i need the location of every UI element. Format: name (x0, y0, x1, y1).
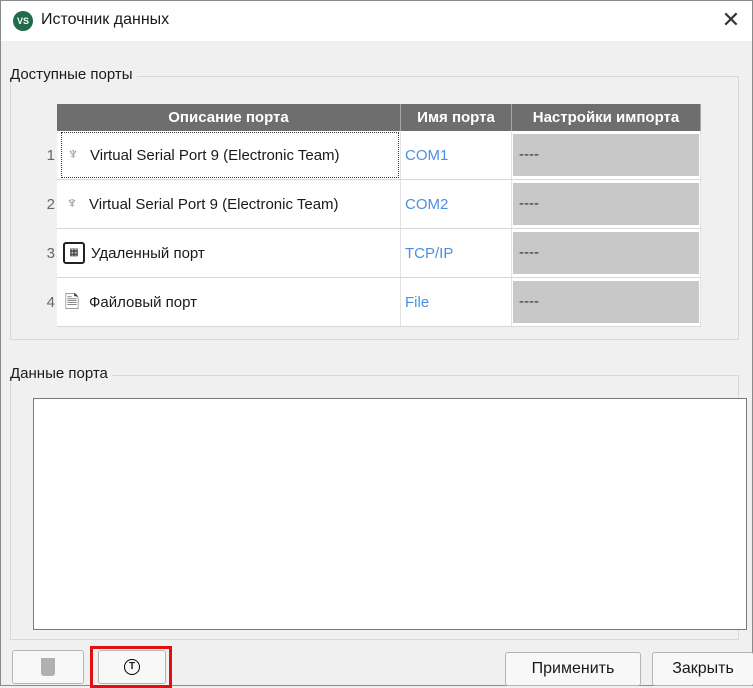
window-title: Источник данных (41, 11, 170, 28)
ports-table: Описание порта Имя порта Настройки импор… (34, 104, 701, 327)
port-data-area[interactable] (33, 398, 747, 630)
port-description-cell[interactable]: ♆ Virtual Serial Port 9 (Electronic Team… (57, 131, 401, 180)
table-row[interactable]: 2 ♆ Virtual Serial Port 9 (Electronic Te… (34, 179, 701, 229)
column-header-port-name[interactable]: Имя порта (400, 104, 512, 131)
available-ports-label: Доступные порты (8, 66, 137, 83)
row-number: 4 (34, 277, 57, 327)
import-settings-cell[interactable]: ---- (511, 179, 701, 229)
port-description-cell[interactable]: ▦ Удаленный порт (57, 228, 401, 278)
port-description: Virtual Serial Port 9 (Electronic Team) (89, 195, 339, 213)
row-number-header (34, 104, 57, 131)
serial-port-icon: ♆ (67, 146, 79, 163)
port-description: Файловый порт (89, 293, 198, 311)
table-row[interactable]: 1 ♆ Virtual Serial Port 9 (Electronic Te… (34, 131, 701, 180)
port-name[interactable]: TCP/IP (400, 228, 512, 278)
close-window-button[interactable]: ✕ (716, 5, 746, 35)
import-settings-value: ---- (513, 232, 699, 274)
trash-icon (41, 658, 55, 676)
apply-button[interactable]: Применить (505, 652, 641, 686)
import-settings-cell[interactable]: ---- (511, 277, 701, 327)
close-button[interactable]: Закрыть (652, 652, 753, 686)
table-row[interactable]: 3 ▦ Удаленный порт TCP/IP ---- (34, 228, 701, 278)
port-description-cell[interactable]: ♆ Virtual Serial Port 9 (Electronic Team… (57, 179, 401, 229)
import-settings-value: ---- (513, 281, 699, 323)
serial-port-icon: ♆ (66, 195, 78, 212)
port-description: Удаленный порт (91, 244, 205, 262)
column-header-import-settings[interactable]: Настройки импорта (511, 104, 701, 131)
row-number: 1 (34, 131, 57, 180)
port-description: Virtual Serial Port 9 (Electronic Team) (90, 146, 340, 164)
table-row[interactable]: 4 🗎 Файловый порт File ---- (34, 277, 701, 327)
port-name[interactable]: File (400, 277, 512, 327)
file-port-icon: 🗎 (64, 292, 80, 312)
title-bar: VS Источник данных ✕ (1, 1, 752, 41)
port-data-label: Данные порта (8, 365, 112, 382)
highlight-box (90, 646, 172, 688)
row-number: 3 (34, 228, 57, 278)
app-logo-icon: VS (13, 11, 33, 31)
network-port-icon: ▦ (63, 242, 85, 264)
port-name[interactable]: COM2 (400, 179, 512, 229)
port-name[interactable]: COM1 (400, 131, 512, 180)
import-settings-value: ---- (513, 134, 699, 176)
delete-button[interactable] (12, 650, 84, 684)
column-header-description[interactable]: Описание порта (57, 104, 401, 131)
port-description-cell[interactable]: 🗎 Файловый порт (57, 277, 401, 327)
row-number: 2 (34, 179, 57, 229)
import-settings-cell[interactable]: ---- (511, 228, 701, 278)
import-settings-cell[interactable]: ---- (511, 131, 701, 180)
import-settings-value: ---- (513, 183, 699, 225)
